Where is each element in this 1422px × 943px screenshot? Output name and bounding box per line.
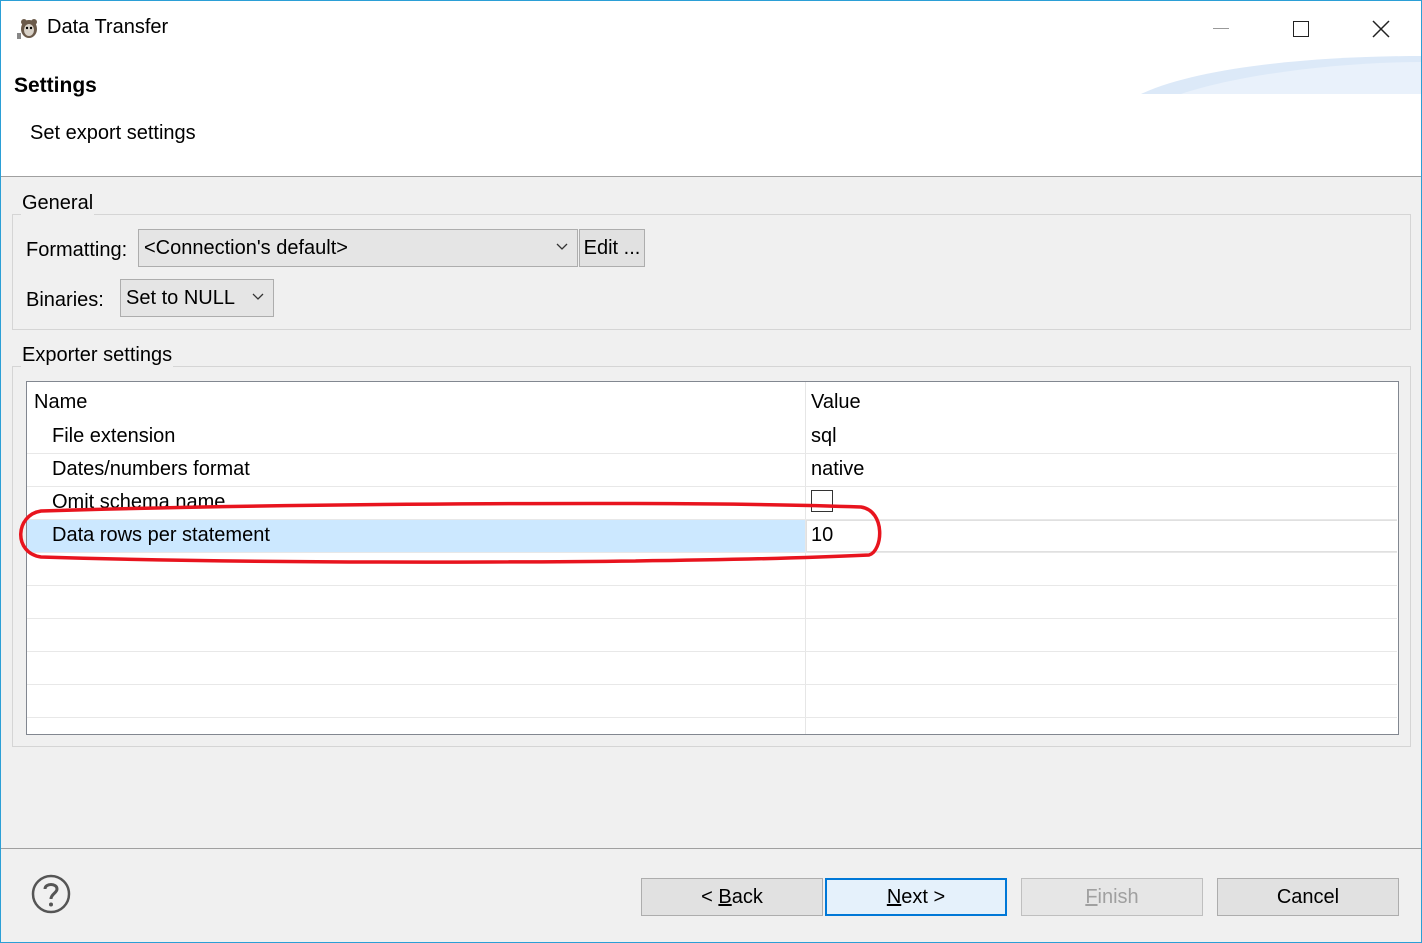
maximize-icon	[1293, 20, 1309, 37]
empty-row	[27, 553, 1397, 586]
page-description: Set export settings	[30, 122, 196, 144]
data-transfer-dialog: Data Transfer Settings Set export settin…	[0, 0, 1422, 943]
exporter-properties-table: Name Value File extension sql Dates/numb…	[26, 381, 1399, 735]
window-title: Data Transfer	[47, 16, 169, 38]
back-label: ack	[731, 885, 763, 908]
dbeaver-app-icon	[17, 19, 37, 39]
banner-decoration	[1141, 56, 1421, 94]
table-header: Name Value	[27, 382, 1398, 421]
binaries-select[interactable]: Set to NULL	[120, 279, 274, 317]
maximize-button[interactable]	[1261, 1, 1341, 56]
finish-mnemonic: F	[1085, 885, 1098, 908]
row-name: Dates/numbers format	[52, 458, 250, 480]
empty-row	[27, 619, 1397, 652]
next-label: ext >	[901, 885, 946, 908]
row-name: Data rows per statement	[52, 524, 270, 546]
table-row-selected[interactable]: Data rows per statement 10	[27, 520, 1397, 553]
row-value-input[interactable]: 10	[811, 524, 833, 547]
close-button[interactable]	[1341, 1, 1421, 56]
binaries-value: Set to NULL	[126, 286, 235, 309]
empty-row	[27, 685, 1397, 718]
row-name: File extension	[52, 425, 176, 447]
formatting-select[interactable]: <Connection's default>	[138, 229, 578, 267]
table-row[interactable]: File extension sql	[27, 421, 1397, 454]
back-button[interactable]: < Back	[641, 878, 823, 916]
back-mnemonic: B	[718, 885, 732, 908]
table-row[interactable]: Dates/numbers format native	[27, 454, 1397, 487]
table-row[interactable]: Omit schema name	[27, 487, 1397, 520]
column-header-value[interactable]: Value	[811, 391, 861, 414]
minimize-icon	[1213, 28, 1229, 29]
binaries-label: Binaries:	[26, 289, 104, 311]
row-value[interactable]: native	[811, 458, 864, 481]
formatting-label: Formatting:	[26, 239, 128, 261]
minimize-button[interactable]	[1181, 1, 1261, 56]
chevron-down-icon	[252, 293, 264, 300]
empty-row	[27, 652, 1397, 685]
omit-schema-checkbox[interactable]	[811, 490, 833, 512]
footer-separator	[1, 848, 1421, 849]
value-editor[interactable]	[806, 520, 1397, 552]
row-name: Omit schema name	[52, 491, 226, 513]
general-legend: General	[21, 192, 95, 215]
wizard-header: Settings Set export settings	[1, 56, 1421, 177]
row-value[interactable]: sql	[811, 425, 837, 448]
exporter-settings-group: Exporter settings Name Value File extens…	[12, 344, 1411, 747]
help-icon[interactable]	[31, 874, 71, 914]
cancel-button[interactable]: Cancel	[1217, 878, 1399, 916]
empty-row	[27, 586, 1397, 619]
formatting-value: <Connection's default>	[144, 236, 348, 259]
general-group: General Formatting: <Connection's defaul…	[12, 192, 1411, 330]
exporter-legend: Exporter settings	[21, 344, 174, 367]
finish-button: Finish	[1021, 878, 1203, 916]
column-header-name[interactable]: Name	[34, 391, 87, 414]
finish-label: inish	[1097, 885, 1139, 908]
next-mnemonic: N	[886, 885, 902, 908]
close-icon	[1372, 19, 1390, 38]
chevron-down-icon	[556, 243, 568, 250]
title-bar: Data Transfer	[1, 1, 1421, 56]
next-button[interactable]: Next >	[825, 878, 1007, 916]
back-prefix: <	[701, 885, 719, 908]
page-title: Settings	[14, 74, 97, 97]
edit-formatting-button[interactable]: Edit ...	[579, 229, 645, 267]
